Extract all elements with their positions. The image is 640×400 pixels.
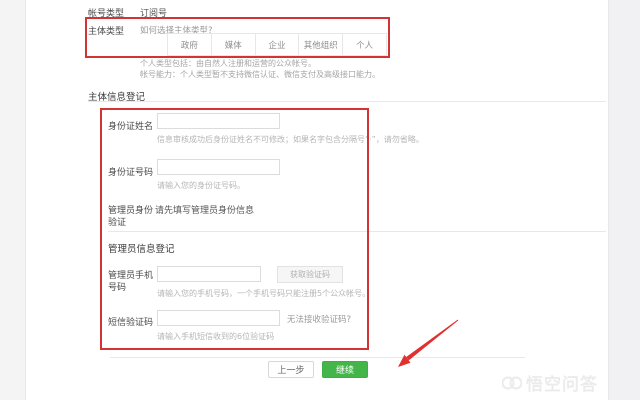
subject-option-media[interactable]: 媒体 [212,34,256,55]
id-number-input[interactable] [157,159,280,175]
admin-phone-label-line2: 号码 [108,280,126,293]
watermark: 悟空问答 [502,370,598,395]
subject-type-note-1: 个人类型包括：由自然人注册和运营的公众帐号。 [140,58,316,69]
subject-option-individual[interactable]: 个人 [343,34,386,55]
id-number-label: 身份证号码 [108,165,153,178]
subject-type-label: 主体类型 [88,24,124,37]
watermark-text: 悟空问答 [526,370,598,395]
admin-verify-label-line2: 验证 [108,215,126,228]
subject-option-government[interactable]: 政府 [168,34,212,55]
annotation-arrow-icon [0,0,640,400]
subject-type-segmented-control: 政府 媒体 企业 其他组织 个人 [167,33,387,56]
continue-button[interactable]: 继续 [322,361,368,378]
divider [88,101,606,102]
sms-code-input[interactable] [157,310,280,326]
id-name-helper: 信息审核成功后身份证姓名不可修改；如果名字包含分隔号“·”，请勿省略。 [157,134,424,145]
admin-section-title: 管理员信息登记 [108,241,175,255]
watermark-monkey-icon [502,374,522,392]
page-margin-right [608,0,640,400]
page-margin-left [0,0,26,400]
id-number-helper: 请输入您的身份证号码。 [157,180,245,191]
back-button[interactable]: 上一步 [268,361,314,378]
sms-code-label: 短信验证码 [108,315,153,328]
subject-option-enterprise[interactable]: 企业 [256,34,300,55]
get-code-button[interactable]: 获取验证码 [277,266,343,283]
admin-phone-input[interactable] [157,266,261,282]
admin-phone-helper: 请输入您的手机号码，一个手机号码只能注册5个公众帐号。 [157,288,370,299]
subject-type-note-2: 帐号能力：个人类型暂不支持微信认证、微信支付及高级接口能力。 [140,69,380,80]
admin-verify-text: 请先填写管理员身份信息 [155,203,254,216]
account-type-label: 帐号类型 [88,6,124,19]
account-type-value: 订阅号 [140,6,167,19]
registration-page: 帐号类型 订阅号 主体类型 如何选择主体类型? 政府 媒体 企业 其他组织 个人… [0,0,640,400]
divider [108,231,606,232]
sms-code-helper: 请输入手机短信收到的6位验证码 [157,331,274,342]
subject-option-other-org[interactable]: 其他组织 [299,34,343,55]
divider [110,357,525,358]
id-name-label: 身份证姓名 [108,119,153,132]
cannot-receive-code-link[interactable]: 无法接收验证码? [287,313,351,325]
id-name-input[interactable] [157,113,280,129]
